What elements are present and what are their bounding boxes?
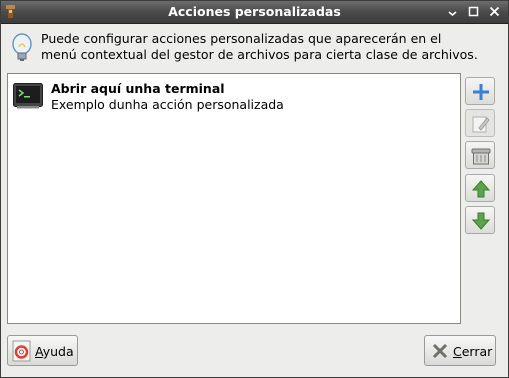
window-title: Acciones personalizadas	[168, 4, 341, 19]
maximize-icon	[468, 6, 479, 17]
close-x-icon	[432, 343, 448, 359]
close-button[interactable]: Cerrar	[424, 335, 496, 366]
close-icon	[489, 6, 500, 17]
lightbulb-icon	[12, 33, 32, 61]
help-label-rest: yuda	[42, 344, 74, 359]
action-description: Exemplo dunha acción personalizada	[51, 97, 284, 112]
close-mnemonic: C	[453, 344, 462, 359]
info-line-2: menú contextual del gestor de archivos p…	[41, 47, 478, 62]
info-line-1: Puede configurar acciones personalizadas…	[41, 31, 442, 46]
action-name: Abrir aquí unha terminal	[51, 81, 225, 96]
help-lifebuoy-icon	[12, 340, 31, 362]
move-up-button[interactable]	[465, 174, 495, 202]
actions-list[interactable]: Abrir aquí unha terminal Exemplo dunha a…	[7, 73, 461, 324]
close-label: Cerrar	[453, 344, 492, 359]
info-message: Puede configurar acciones personalizadas…	[41, 31, 501, 63]
help-mnemonic: A	[35, 344, 43, 359]
help-button[interactable]: Ayuda	[7, 335, 78, 366]
arrow-up-icon	[471, 180, 491, 198]
arrow-down-icon	[471, 212, 491, 230]
terminal-icon	[13, 83, 43, 109]
edit-action-button[interactable]	[465, 109, 495, 137]
move-down-button[interactable]	[465, 206, 495, 234]
list-item[interactable]: Abrir aquí unha terminal Exemplo dunha a…	[9, 75, 459, 112]
close-window-button[interactable]	[486, 3, 503, 20]
minimize-button[interactable]	[444, 3, 461, 20]
add-action-button[interactable]	[465, 77, 495, 105]
minimize-icon	[448, 11, 457, 17]
dialog-window: Acciones personalizadas Puede configurar…	[0, 0, 509, 378]
plus-icon	[473, 84, 489, 100]
help-label: Ayuda	[35, 344, 74, 359]
delete-action-button[interactable]	[465, 141, 495, 169]
delete-icon	[471, 148, 491, 165]
edit-icon	[472, 116, 490, 133]
title-bar[interactable]: Acciones personalizadas	[1, 1, 508, 24]
maximize-button[interactable]	[465, 3, 482, 20]
close-label-rest: errar	[461, 344, 493, 359]
